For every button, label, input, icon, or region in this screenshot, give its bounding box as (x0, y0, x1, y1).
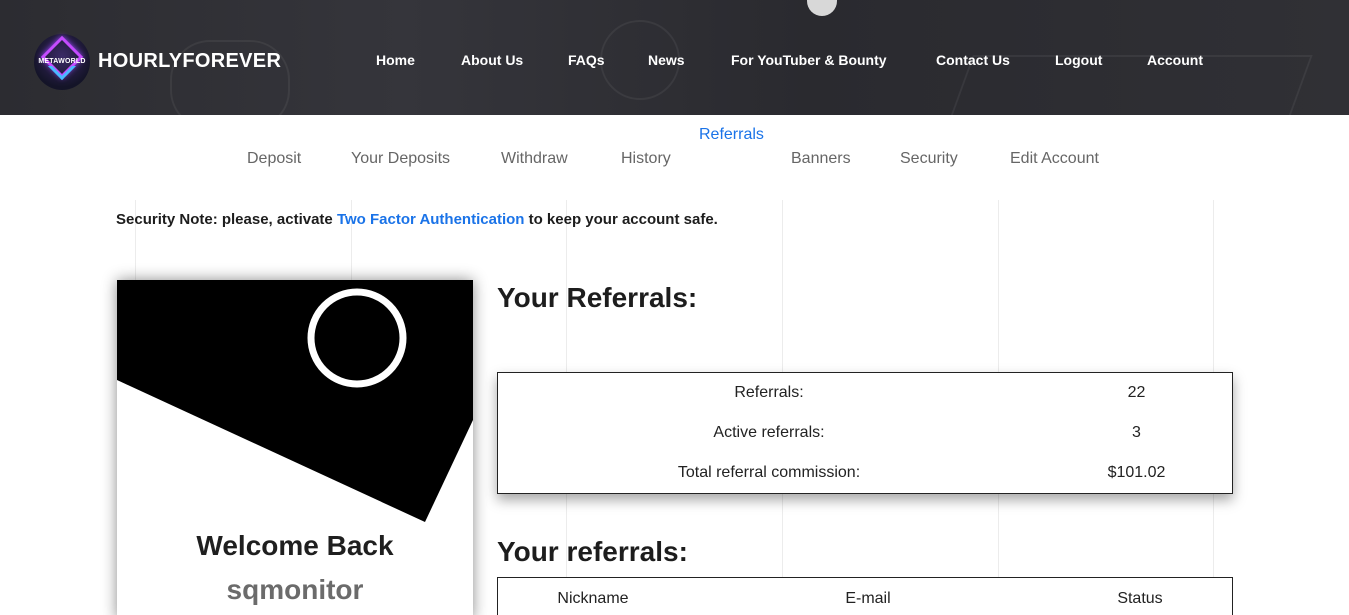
subnav-history[interactable]: History (621, 150, 671, 168)
stats-value: 22 (1127, 384, 1146, 401)
profile-card: Welcome Back sqmonitor (117, 280, 473, 615)
subnav-deposit[interactable]: Deposit (247, 150, 301, 168)
nav-logout[interactable]: Logout (1055, 52, 1102, 68)
logo-text: METAWORLD (38, 58, 86, 65)
brand-name[interactable]: HOURLYFOREVER (98, 50, 281, 73)
referrals-stats-table: Referrals: 22 Active referrals: 3 Total … (497, 372, 1233, 494)
referrals-list-table: Nickname E-mail Status (497, 577, 1233, 615)
subnav-edit-account[interactable]: Edit Account (1010, 150, 1099, 168)
site-logo[interactable]: METAWORLD (34, 34, 90, 90)
subnav-your-deposits[interactable]: Your Deposits (351, 150, 450, 168)
two-factor-auth-link[interactable]: Two Factor Authentication (337, 211, 525, 228)
stats-label: Referrals: (734, 384, 804, 401)
stats-value: $101.02 (1107, 464, 1166, 481)
username: sqmonitor (226, 574, 364, 605)
nav-contact-us[interactable]: Contact Us (936, 52, 1010, 68)
subnav-security[interactable]: Security (900, 150, 958, 168)
column-header-nickname[interactable]: Nickname (528, 590, 658, 608)
stats-row: Referrals: 22 (498, 384, 1234, 404)
profile-card-background (117, 280, 473, 522)
referrals-list-title: Your referrals: (497, 536, 688, 567)
column-header-status[interactable]: Status (1075, 590, 1205, 608)
stats-row: Total referral commission: $101.02 (498, 464, 1234, 484)
welcome-heading: Welcome Back (196, 530, 394, 561)
nav-news[interactable]: News (648, 52, 685, 68)
stats-row: Active referrals: 3 (498, 424, 1234, 444)
header-dot-decoration (807, 0, 837, 16)
subnav-banners[interactable]: Banners (791, 150, 851, 168)
subnav-withdraw[interactable]: Withdraw (501, 150, 568, 168)
stats-value: 3 (1132, 424, 1141, 441)
security-note-suffix: to keep your account safe. (524, 211, 718, 228)
security-note-prefix: Security Note: please, activate (116, 211, 337, 228)
stats-label: Total referral commission: (677, 464, 861, 481)
column-header-email[interactable]: E-mail (803, 590, 933, 608)
site-header: METAWORLD HOURLYFOREVER Home About Us FA… (0, 0, 1349, 115)
nav-about-us[interactable]: About Us (461, 52, 523, 68)
subnav-referrals[interactable]: Referrals (699, 126, 764, 144)
nav-home[interactable]: Home (376, 52, 415, 68)
nav-youtuber-bounty[interactable]: For YouTuber & Bounty (731, 52, 887, 68)
stats-label: Active referrals: (713, 424, 825, 441)
referrals-summary-title: Your Referrals: (497, 282, 698, 313)
nav-account[interactable]: Account (1147, 52, 1203, 68)
security-note: Security Note: please, activate Two Fact… (116, 211, 718, 228)
nav-faqs[interactable]: FAQs (568, 52, 605, 68)
